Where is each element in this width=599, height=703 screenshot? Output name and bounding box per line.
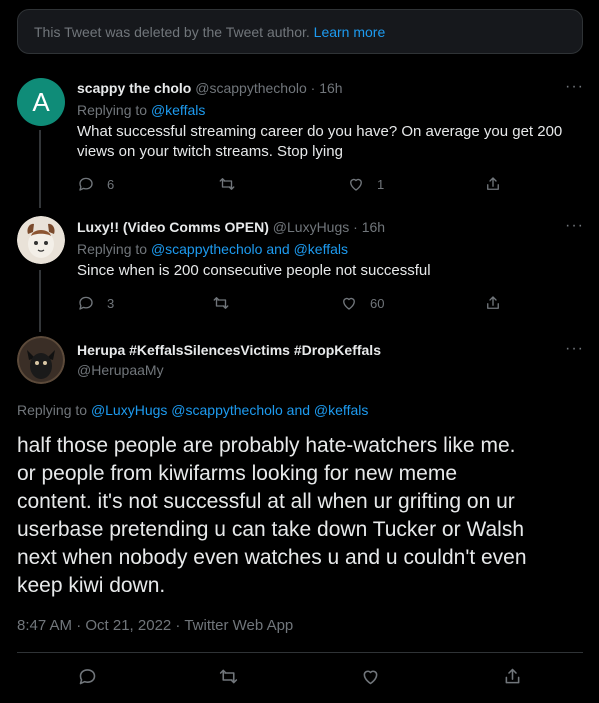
reply-button[interactable]: 6 [77,175,114,193]
avatar-illustration [17,336,65,384]
heart-icon [363,670,378,685]
tweet-text-line: userbase pretending u can take down Tuck… [17,518,525,541]
divider [17,652,583,653]
avatar[interactable]: A [17,78,65,126]
more-icon[interactable]: ··· [565,78,584,96]
retweet-icon [213,297,229,309]
reply-icon [79,177,93,191]
share-icon [487,177,499,190]
replying-to: Replying to @scappythecholo and @keffals [77,241,348,257]
share-button[interactable] [484,294,502,312]
tweet-text-line: keep kiwi down. [17,574,166,597]
replying-prefix: Replying to [77,102,148,118]
author-handle[interactable]: @LuxyHugs · 16h [273,219,385,235]
avatar-illustration [17,216,65,264]
reply-icon [79,296,93,310]
like-button[interactable] [360,666,381,687]
reply-icon [79,669,96,685]
share-button[interactable] [484,175,502,193]
like-count: 60 [370,295,385,311]
retweet-button[interactable] [218,666,239,687]
retweet-button[interactable] [218,175,236,193]
reply-button[interactable] [77,666,98,687]
replying-mention[interactable]: @LuxyHugs @scappythecholo and @keffals [91,402,368,418]
retweet-button[interactable] [212,294,230,312]
heart-icon [343,297,355,310]
reply-count: 6 [107,176,115,192]
reply-button[interactable]: 3 [77,294,114,312]
tweet-header: scappy the cholo @scappythecholo · 16h [77,80,343,96]
author-handle[interactable]: @HerupaaMy [77,362,164,378]
like-count: 1 [377,176,385,192]
like-button[interactable]: 60 [340,294,384,312]
replying-to: Replying to @LuxyHugs @scappythecholo an… [17,402,368,418]
more-icon[interactable]: ··· [565,217,584,235]
heart-icon [350,178,362,191]
replying-mention[interactable]: @keffals [151,102,205,118]
tweet-text-line: next when nobody even watches u and u co… [17,546,527,569]
tweet-header: Luxy!! (Video Comms OPEN) @LuxyHugs · 16… [77,219,385,235]
tweet-text: What successful streaming career do you … [77,122,562,162]
deleted-tweet-notice: This Tweet was deleted by the Tweet auth… [17,9,583,54]
learn-more-link[interactable]: Learn more [314,24,386,40]
replying-to: Replying to @keffals [77,102,205,118]
avatar[interactable] [17,216,65,264]
thread-line [39,270,41,332]
author-name[interactable]: scappy the cholo [77,80,191,96]
replying-prefix: Replying to [77,241,148,257]
author-handle[interactable]: @scappythecholo · 16h [195,80,342,96]
tweet-text-line: half those people are probably hate-watc… [17,434,516,457]
share-icon [505,668,520,684]
tweet-text-line: What successful streaming career do you … [77,123,563,140]
more-icon[interactable]: ··· [565,340,584,358]
tweet-text-line: views on your twitch streams. Stop lying [77,143,343,160]
author-name[interactable]: Luxy!! (Video Comms OPEN) [77,219,269,235]
replying-mention[interactable]: @scappythecholo and @keffals [151,241,348,257]
tweet-text-line: Since when is 200 consecutive people not… [77,262,431,279]
avatar-letter: A [32,86,50,117]
deleted-notice-text: This Tweet was deleted by the Tweet auth… [34,24,310,40]
replying-prefix: Replying to [17,402,88,418]
author-name[interactable]: Herupa #KeffalsSilencesVictims #DropKeff… [77,342,381,358]
tweet-header: Herupa #KeffalsSilencesVictims #DropKeff… [77,342,381,358]
tweet-text-line: or people from kiwifarms looking for new… [17,462,457,485]
tweet-timestamp[interactable]: 8:47 AM · Oct 21, 2022 · Twitter Web App [17,617,293,634]
reply-count: 3 [107,295,115,311]
tweet-text-line: content. it's not successful at all when… [17,490,515,513]
retweet-icon [219,669,238,684]
retweet-icon [219,178,235,190]
tweet-text: Since when is 200 consecutive people not… [77,261,431,281]
share-icon [487,296,499,309]
author-handle-line: @HerupaaMy [77,362,164,378]
like-button[interactable]: 1 [347,175,384,193]
avatar[interactable] [17,336,65,384]
share-button[interactable] [502,666,523,687]
thread-line [39,130,41,208]
main-tweet-text: half those people are probably hate-watc… [17,432,582,600]
